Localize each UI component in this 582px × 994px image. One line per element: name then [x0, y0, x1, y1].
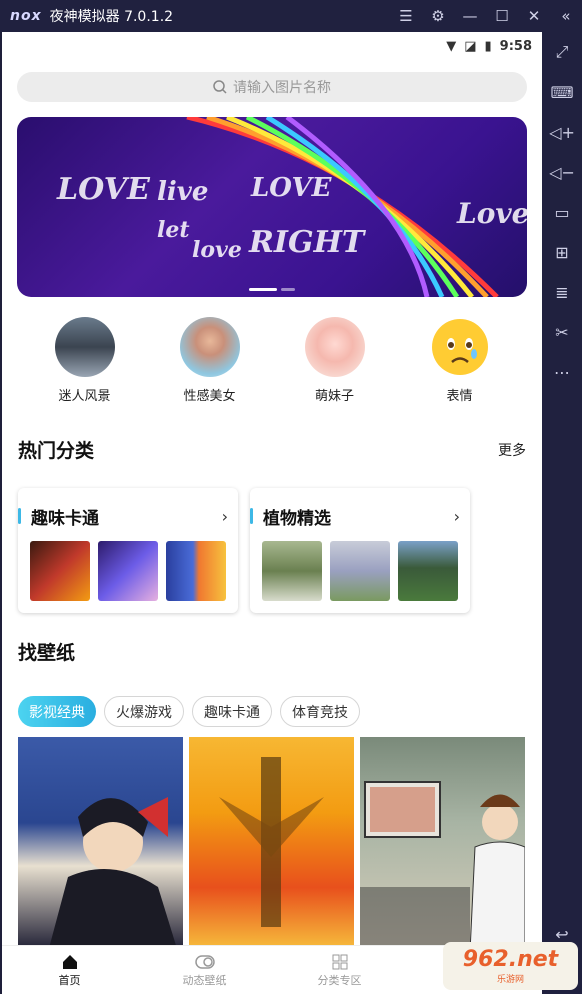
banner-carousel[interactable]: LOVE live let love RIGHT LOVE Love [17, 117, 527, 297]
witch-art [48, 797, 178, 952]
minimize-icon[interactable]: — [454, 0, 486, 32]
piglet-avatar [304, 317, 365, 377]
banner-word: RIGHT [249, 225, 365, 260]
hot-section-title: 热门分类 [18, 440, 95, 462]
category-cute[interactable]: 萌妹子 [285, 317, 385, 404]
nav-label: 动态壁纸 [182, 974, 227, 987]
rainbow-art [186, 117, 499, 297]
maximize-icon[interactable]: ☐ [486, 0, 518, 32]
emulator-sidebar: ⤢ ⌨ ◁+ ◁− ▭ ⊞ ≣ ✂ ⋯ ↩ ⌂ [542, 32, 582, 994]
scissors-icon[interactable]: ✂ [542, 312, 582, 352]
menu-icon[interactable]: ☰ [390, 0, 422, 32]
nav-live-wallpaper[interactable]: 动态壁纸 [137, 946, 272, 994]
watermark-logo: 962.net [462, 947, 559, 972]
volume-down-icon[interactable]: ◁− [542, 152, 582, 192]
chevron-right-icon: › [453, 506, 460, 526]
window-title: 夜神模拟器 7.0.1.2 [49, 9, 174, 25]
banner-word: love [192, 237, 242, 263]
volume-up-icon[interactable]: ◁+ [542, 112, 582, 152]
nox-logo: nox [10, 8, 42, 24]
banner-word: Love [457, 197, 527, 230]
keyboard-icon[interactable]: ⌨ [542, 72, 582, 112]
find-section-title: 找壁纸 [18, 642, 76, 664]
category-label: 迷人风景 [58, 389, 111, 404]
thumbnail[interactable] [330, 541, 390, 601]
site-watermark: 962.net 乐游网 [443, 942, 578, 990]
wallpaper-tile[interactable] [189, 737, 354, 952]
gear-icon[interactable]: ⚙ [422, 0, 454, 32]
wallpaper-tile[interactable] [18, 737, 183, 952]
search-icon [213, 80, 227, 94]
thumbnail[interactable] [98, 541, 158, 601]
signal-icon: ◪ [464, 38, 477, 54]
emoji-avatar [431, 319, 488, 375]
wallpaper-tile[interactable] [360, 737, 525, 952]
banner-word: LOVE [57, 172, 150, 207]
more-link[interactable]: 更多 [498, 440, 526, 460]
nav-categories[interactable]: 分类专区 [272, 946, 407, 994]
category-beauty[interactable]: 性感美女 [160, 317, 260, 404]
home-icon [61, 952, 79, 972]
chip-cartoon[interactable]: 趣味卡通 [192, 696, 272, 727]
category-label: 性感美女 [183, 389, 236, 404]
chip-movies[interactable]: 影视经典 [18, 696, 96, 727]
banner-word: live [157, 177, 209, 207]
apk-install-icon[interactable]: ⊞ [542, 232, 582, 272]
girl-avatar [179, 317, 240, 377]
wallpaper-filter-chips: 影视经典 火爆游戏 趣味卡通 体育竞技 [18, 696, 360, 727]
card-title: 趣味卡通 [31, 508, 99, 529]
thumbnail[interactable] [166, 541, 226, 601]
category-row: 迷人风景 性感美女 萌妹子 表情 [2, 317, 542, 404]
status-bar: ▼ ◪ ▮ 9:58 [2, 32, 542, 60]
category-label: 萌妹子 [314, 389, 354, 404]
battery-icon: ▮ [484, 38, 492, 54]
search-placeholder: 请输入图片名称 [233, 80, 331, 96]
thumbnail[interactable] [262, 541, 322, 601]
thumbnail[interactable] [398, 541, 458, 601]
hot-card-cartoon[interactable]: 趣味卡通 › [18, 488, 238, 613]
grid-icon [332, 952, 348, 972]
nav-label: 分类专区 [317, 974, 362, 987]
screen-icon[interactable]: ▭ [542, 192, 582, 232]
collapse-icon[interactable]: « [550, 0, 582, 32]
banner-indicator [249, 288, 295, 291]
chip-sports[interactable]: 体育竞技 [280, 696, 360, 727]
watermark-text: 乐游网 [496, 975, 524, 985]
phone-screen: ▼ ◪ ▮ 9:58 请输入图片名称 LOVE live let love RI… [2, 32, 542, 994]
close-icon[interactable]: ✕ [518, 0, 550, 32]
category-label: 表情 [446, 389, 473, 404]
more-icon[interactable]: ⋯ [542, 352, 582, 392]
fullscreen-icon[interactable]: ⤢ [542, 32, 582, 72]
emulator-titlebar: nox 夜神模拟器 7.0.1.2 ☰ ⚙ — ☐ ✕ « [0, 0, 582, 32]
wifi-icon: ▼ [446, 38, 457, 54]
thumbnail[interactable] [30, 541, 90, 601]
toggle-icon [194, 952, 215, 972]
hot-card-plants[interactable]: 植物精选 › [250, 488, 470, 613]
nav-label: 首页 [58, 974, 81, 987]
mecha-art [219, 757, 324, 927]
nav-home[interactable]: 首页 [2, 946, 137, 994]
search-input[interactable]: 请输入图片名称 [17, 72, 527, 102]
desk-illustration [360, 781, 525, 952]
banner-word: let [157, 217, 190, 243]
landscape-avatar [54, 317, 115, 377]
card-accent-bar [18, 508, 21, 524]
category-emoji[interactable]: 表情 [410, 317, 510, 404]
card-title: 植物精选 [263, 508, 331, 529]
chip-games[interactable]: 火爆游戏 [104, 696, 184, 727]
banner-word: LOVE [251, 173, 332, 203]
status-time: 9:58 [499, 38, 532, 54]
card-accent-bar [250, 508, 253, 524]
chevron-right-icon: › [221, 506, 228, 526]
multi-instance-icon[interactable]: ≣ [542, 272, 582, 312]
category-landscape[interactable]: 迷人风景 [35, 317, 135, 404]
